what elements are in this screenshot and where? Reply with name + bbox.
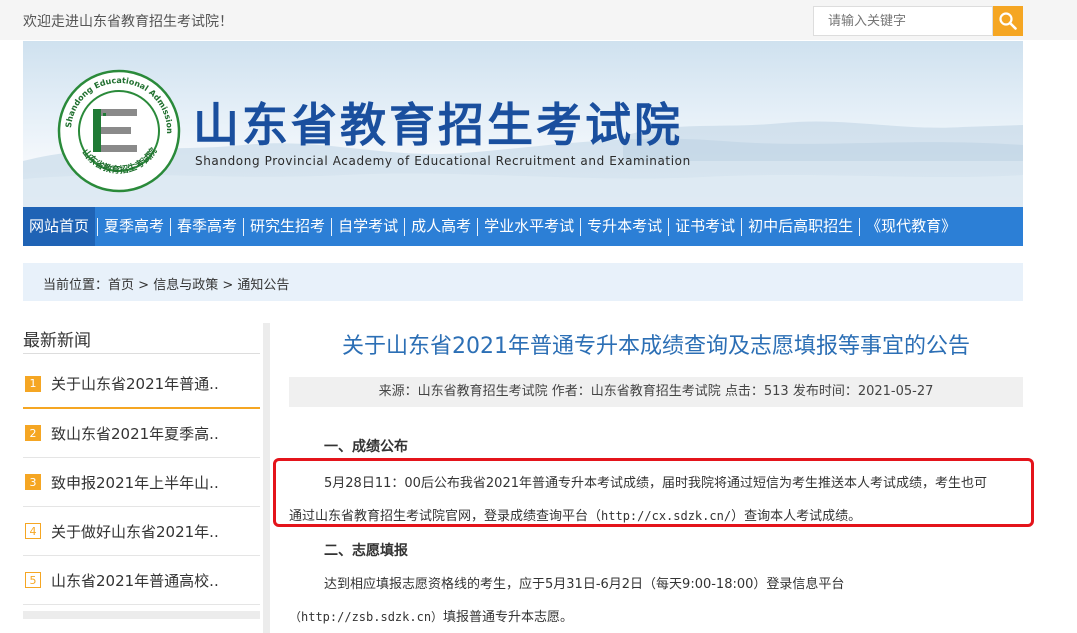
nav-item-graduate-exam[interactable]: 研究生招考: [246, 207, 329, 246]
welcome-text: 欢迎走进山东省教育招生考试院！: [23, 14, 233, 30]
academy-logo: Shandong Educational Admission & Examina…: [57, 69, 181, 193]
results-paragraph-line1: 5月28日11：00后公布我省2021年普通专升本考试成绩，届时我院将通过短信为…: [324, 476, 987, 491]
site-subtitle: Shandong Provincial Academy of Education…: [195, 154, 691, 168]
breadcrumb-separator: >: [134, 278, 154, 293]
nav-item-proficiency-exam[interactable]: 学业水平考试: [480, 207, 578, 246]
sidebar-title: 最新新闻: [23, 331, 91, 351]
breadcrumb-notices[interactable]: 通知公告: [237, 278, 289, 293]
main-nav: 网站首页 夏季高考 春季高考 研究生招考 自学考试 成人高考 学业水平考试 专升…: [23, 207, 1023, 246]
nav-divider: [477, 217, 479, 236]
news-item[interactable]: 1 关于山东省2021年普通..: [23, 360, 260, 409]
nav-item-upgrade-exam[interactable]: 专升本考试: [583, 207, 666, 246]
news-item[interactable]: 4 关于做好山东省2021年..: [23, 507, 260, 556]
results-text-b: ）查询本人考试成绩。: [731, 509, 862, 524]
article-meta: 来源：山东省教育招生考试院 作者：山东省教育招生考试院 点击：513 发布时间：…: [289, 377, 1023, 407]
rank-badge: 5: [25, 572, 41, 588]
nav-divider: [97, 217, 99, 236]
nav-item-vocational-enrollment[interactable]: 初中后高职招生: [744, 207, 857, 246]
nav-divider: [170, 217, 172, 236]
section-heading-application: 二、志愿填报: [324, 543, 408, 559]
score-query-link[interactable]: http://cx.sdzk.cn/: [601, 509, 731, 523]
news-item[interactable]: 5 山东省2021年普通高校..: [23, 556, 260, 605]
rank-badge: 4: [25, 523, 41, 539]
breadcrumb-separator: >: [218, 278, 238, 293]
application-text-b: 填报普通专升本志愿。: [443, 610, 574, 625]
breadcrumb-home[interactable]: 首页: [108, 278, 134, 293]
nav-divider: [243, 217, 245, 236]
nav-divider: [580, 217, 582, 236]
application-platform-link[interactable]: （http://zsb.sdzk.cn）: [289, 610, 443, 624]
nav-item-home[interactable]: 网站首页: [23, 207, 96, 246]
search-button[interactable]: [993, 6, 1023, 36]
rank-badge: 3: [25, 474, 41, 490]
nav-divider: [668, 217, 670, 236]
nav-item-adult-exam[interactable]: 成人高考: [407, 207, 475, 246]
nav-item-self-study-exam[interactable]: 自学考试: [334, 207, 402, 246]
news-item-title: 关于山东省2021年普通..: [51, 375, 219, 393]
rank-badge: 1: [25, 375, 41, 392]
nav-item-summer-exam[interactable]: 夏季高考: [100, 207, 168, 246]
latest-news-sidebar: 最新新闻 1 关于山东省2021年普通.. 2 致山东省2021年夏季高.. 3…: [23, 323, 270, 633]
nav-divider: [404, 217, 406, 236]
news-item-title: 致山东省2021年夏季高..: [51, 424, 219, 443]
nav-item-spring-exam[interactable]: 春季高考: [173, 207, 241, 246]
nav-item-modern-education[interactable]: 《现代教育》: [862, 207, 960, 246]
article-title: 关于山东省2021年普通专升本成绩查询及志愿填报等事宜的公告: [342, 334, 970, 359]
news-item-title: 关于做好山东省2021年..: [51, 522, 219, 541]
application-paragraph-line2: （http://zsb.sdzk.cn）填报普通专升本志愿。: [289, 606, 573, 625]
application-paragraph-line1: 达到相应填报志愿资格线的考生，应于5月31日-6月2日（每天9:00-18:00…: [324, 577, 845, 592]
nav-divider: [859, 217, 861, 236]
top-bar: 欢迎走进山东省教育招生考试院！: [0, 0, 1077, 40]
news-item-title: 致申报2021年上半年山..: [51, 473, 219, 492]
breadcrumb-info-policy[interactable]: 信息与政策: [153, 278, 218, 293]
news-item-title: 山东省2021年普通高校..: [51, 571, 219, 590]
sidebar-footer-bar: [23, 611, 260, 619]
search-icon: [999, 12, 1017, 30]
rank-badge: 2: [25, 425, 41, 441]
nav-divider: [331, 217, 333, 236]
site-banner: Shandong Educational Admission & Examina…: [23, 41, 1023, 207]
search-input[interactable]: [813, 6, 993, 36]
section-heading-results: 一、成绩公布: [324, 439, 408, 455]
results-text-a: 通过山东省教育招生考试院官网，登录成绩查询平台（: [289, 509, 602, 524]
sidebar-edge: [263, 323, 270, 633]
breadcrumb-prefix: 当前位置：: [43, 278, 109, 293]
breadcrumb: 当前位置：首页 > 信息与政策 > 通知公告: [23, 263, 1023, 301]
news-item[interactable]: 2 致山东省2021年夏季高..: [23, 409, 260, 458]
nav-item-certificate-exam[interactable]: 证书考试: [671, 207, 739, 246]
site-title: 山东省教育招生考试院: [193, 98, 683, 152]
sidebar-divider: [23, 353, 260, 354]
news-item[interactable]: 3 致申报2021年上半年山..: [23, 458, 260, 507]
nav-divider: [741, 217, 743, 236]
results-paragraph-line2: 通过山东省教育招生考试院官网，登录成绩查询平台（http://cx.sdzk.c…: [289, 505, 861, 524]
